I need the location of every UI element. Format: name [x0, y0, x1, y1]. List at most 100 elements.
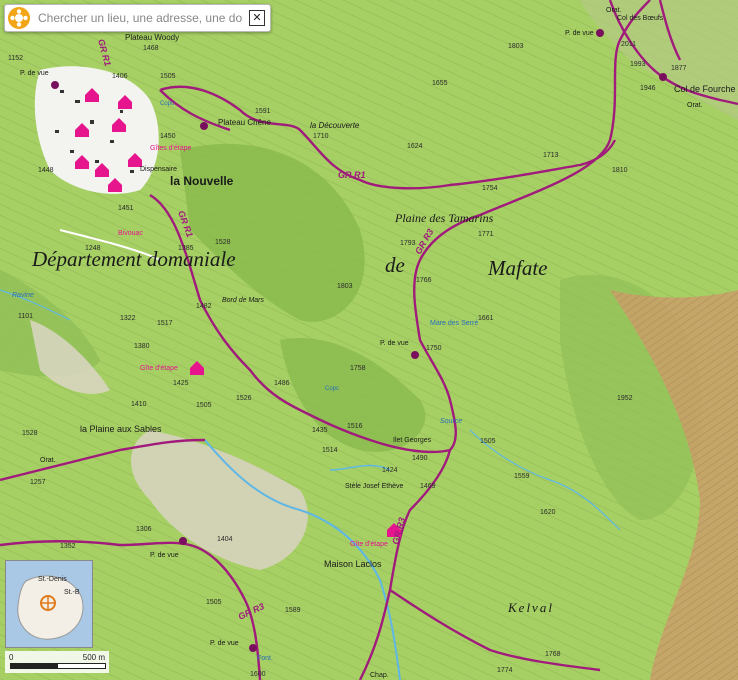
- spot-elevation: 1877: [671, 65, 687, 72]
- spot-elevation: 1257: [30, 479, 46, 486]
- spot-elevation: 1410: [131, 401, 147, 408]
- la-decouverte-label: la Découverte: [310, 121, 360, 130]
- spot-elevation: 1505: [160, 73, 176, 80]
- chap-label: Chap.: [370, 672, 389, 679]
- spot-elevation: 1993: [630, 61, 646, 68]
- copc-label-1: Copc: [160, 101, 174, 107]
- spot-elevation: 1468: [143, 45, 159, 52]
- spot-elevation: 1385: [178, 245, 194, 252]
- search-bar: ✕: [4, 4, 271, 32]
- spot-elevation: 1655: [432, 80, 448, 87]
- spot-elevation: 1450: [160, 133, 176, 140]
- spot-elevation: 1774: [497, 667, 513, 674]
- orat-label-1: Orat.: [606, 7, 622, 14]
- spot-elevation: 1803: [508, 43, 524, 50]
- stele-label: Stèle Josef Ethève: [345, 483, 403, 490]
- copc-label-2: Copc: [325, 386, 339, 392]
- font-label: Font.: [257, 655, 273, 662]
- ravine-label: Ravine: [12, 292, 34, 299]
- spot-elevation: 1469: [420, 483, 436, 490]
- region-label-dept: Département domaniale: [31, 247, 236, 271]
- minimap-label-north: St.-Denis: [38, 576, 67, 583]
- spot-elevation: 1758: [350, 365, 366, 372]
- spot-elevation: 1713: [543, 152, 559, 159]
- spot-elevation: 1306: [136, 526, 152, 533]
- bivouac-label: Bivouac: [118, 230, 143, 237]
- spot-elevation: 1404: [217, 536, 233, 543]
- spot-elevation: 1810: [612, 167, 628, 174]
- spot-elevation: 1600: [250, 671, 266, 678]
- la-nouvelle-label: la Nouvelle: [170, 174, 234, 188]
- plateau-chene-label: Plateau Chêne: [218, 118, 271, 127]
- spot-elevation: 1517: [157, 320, 173, 327]
- spot-elevation: 1528: [22, 430, 38, 437]
- kelval-label: Kelval: [507, 600, 554, 615]
- spot-elevation: 1486: [274, 380, 290, 387]
- spot-elevation: 1352: [60, 543, 76, 550]
- plaine-label: Plaine des Tamarins: [394, 211, 494, 225]
- pv-label-1: P. de vue: [20, 70, 49, 77]
- spot-elevation: 1620: [540, 509, 556, 516]
- spot-elevation: 1435: [312, 427, 328, 434]
- spot-elevation: 2011: [621, 41, 636, 48]
- spot-elevation: 1380: [134, 343, 150, 350]
- spot-elevation: 1528: [215, 239, 231, 246]
- spot-elevation: 1952: [617, 395, 633, 402]
- spot-elevation: 1526: [236, 395, 252, 402]
- pv-label-2: P. de vue: [380, 340, 409, 347]
- ilet-georges-label: Ilet Georges: [393, 437, 432, 444]
- spot-elevation: 1516: [347, 423, 363, 430]
- gites-etape-label: Gîtes d'étape: [150, 145, 192, 152]
- spot-elevation: 1768: [545, 651, 561, 658]
- spot-elevation: 1710: [313, 133, 329, 140]
- spot-elevation: 1661: [478, 315, 494, 322]
- spot-elevation: 1591: [255, 108, 271, 115]
- scale-max: 500 m: [82, 653, 105, 662]
- spot-elevation: 1448: [38, 167, 54, 174]
- minimap-label-east: St.-B: [64, 589, 80, 596]
- pv-label-5: P. de vue: [565, 30, 594, 37]
- overview-minimap[interactable]: St.-Denis St.-B: [5, 560, 93, 648]
- col-fourche-label: Col de Fourche: [674, 84, 736, 94]
- plateau-woody-label: Plateau Woody: [125, 33, 179, 42]
- search-input[interactable]: [36, 10, 245, 26]
- region-label-de: de: [385, 253, 405, 277]
- orat-label-2: Orat.: [687, 102, 703, 109]
- col-boeufs-label: Col des Bœufs: [617, 15, 664, 22]
- orat-label-3: Orat.: [40, 457, 56, 464]
- spot-elevation: 1589: [285, 607, 301, 614]
- plaine-sables-label: la Plaine aux Sables: [80, 424, 162, 434]
- gite-etape-label: Gîte d'étape: [140, 365, 178, 372]
- spot-elevation: 1946: [640, 85, 656, 92]
- pv-label-3: P. de vue: [150, 552, 179, 559]
- spot-elevation: 1793: [400, 240, 416, 247]
- scale-line: [10, 663, 106, 669]
- spot-elevation: 1505: [206, 599, 222, 606]
- trail-label-grr1a: GR R1: [338, 170, 366, 180]
- spot-elevation: 1559: [514, 473, 530, 480]
- spot-elevation: 1322: [120, 315, 136, 322]
- spot-elevation: 1624: [407, 143, 423, 150]
- spot-elevation: 1490: [412, 455, 428, 462]
- spot-elevation: 1482: [196, 303, 212, 310]
- scale-bar: 0 500 m: [5, 651, 109, 673]
- spot-elevation: 1248: [85, 245, 101, 252]
- spot-elevation: 1505: [196, 402, 212, 409]
- mare-serre-label: Mare des Serré: [430, 320, 478, 327]
- topographic-map[interactable]: Département domaniale de Mafate Plaine d…: [0, 0, 738, 680]
- spot-elevation: 1406: [112, 73, 128, 80]
- region-label-mafate: Mafate: [487, 256, 547, 280]
- spot-elevation: 1766: [416, 277, 432, 284]
- spot-elevation: 1803: [337, 283, 353, 290]
- spot-elevation: 1152: [8, 55, 23, 62]
- gite-etape-label-2: Gîte d'étape: [350, 541, 388, 548]
- geoportail-logo-icon[interactable]: [8, 7, 30, 29]
- pv-label-4: P. de vue: [210, 640, 239, 647]
- spot-elevation: 1771: [478, 231, 494, 238]
- bord-mars-label: Bord de Mars: [222, 297, 265, 304]
- close-search-button[interactable]: ✕: [249, 10, 265, 26]
- spot-elevation: 1424: [382, 467, 398, 474]
- source-label: Source: [440, 418, 462, 425]
- spot-elevation: 1425: [173, 380, 189, 387]
- dispensaire-label: Dispensaire: [140, 166, 177, 173]
